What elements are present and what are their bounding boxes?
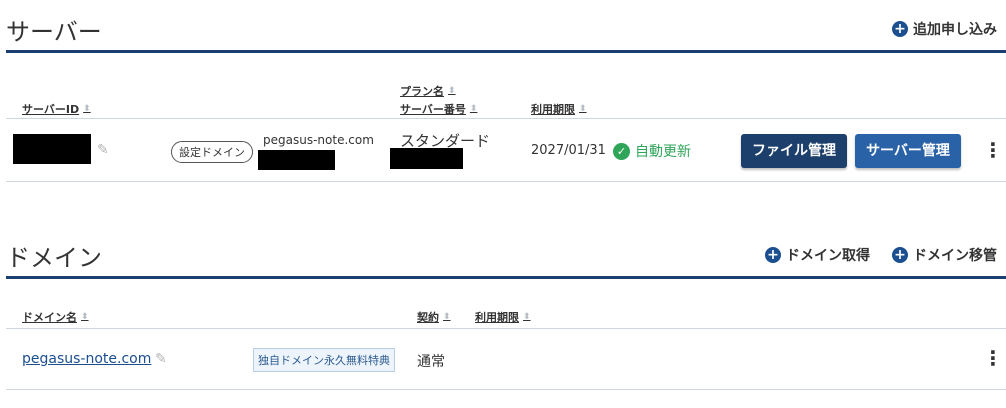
column-header-plan-name[interactable]: プラン名 ⬍ <box>400 83 456 99</box>
transfer-domain-link[interactable]: + ドメイン移管 <box>892 245 997 265</box>
column-header-server-number-label: サーバー番号 <box>400 103 466 116</box>
domain-section-rule <box>6 276 1006 279</box>
column-header-server-id-label: サーバーID <box>22 103 80 116</box>
add-application-link[interactable]: + 追加申し込み <box>892 19 997 39</box>
column-header-expiry-label: 利用期限 <box>531 103 575 116</box>
kebab-menu-icon[interactable]: ⋮ <box>983 348 1003 368</box>
column-header-server-id[interactable]: サーバーID ⬍ <box>22 101 91 117</box>
plus-circle-icon: + <box>892 21 908 37</box>
server-domain-name: pegasus-note.com <box>263 133 374 147</box>
sort-arrows-icon: ⬍ <box>523 312 531 322</box>
redacted-server-id <box>13 134 91 164</box>
transfer-domain-label: ドメイン移管 <box>913 248 997 264</box>
domain-name-link[interactable]: pegasus-note.com <box>22 351 151 367</box>
domain-header-divider <box>6 328 1006 329</box>
server-header-divider <box>6 118 1006 119</box>
sort-arrows-icon: ⬍ <box>469 104 478 114</box>
redacted-server-number <box>390 148 463 169</box>
sort-arrows-icon: ⬍ <box>443 312 451 322</box>
acquire-domain-link[interactable]: + ドメイン取得 <box>765 245 870 265</box>
free-domain-badge: 独自ドメイン永久無料特典 <box>253 348 395 372</box>
column-header-domain-name[interactable]: ドメイン名 ⬍ <box>22 309 89 325</box>
auto-renew-label: 自動更新 <box>635 144 691 160</box>
domain-section-title: ドメイン <box>6 244 102 272</box>
acquire-domain-label: ドメイン取得 <box>786 248 870 264</box>
add-application-label: 追加申し込み <box>913 22 997 38</box>
column-header-contract[interactable]: 契約 ⬍ <box>417 309 451 325</box>
sort-arrows-icon: ⬍ <box>81 312 89 322</box>
column-header-contract-label: 契約 <box>417 311 439 324</box>
auto-renew-status: ✓ 自動更新 <box>613 141 691 161</box>
check-circle-icon: ✓ <box>613 142 630 160</box>
sort-arrows-icon: ⬍ <box>579 104 587 114</box>
kebab-menu-icon[interactable]: ⋮ <box>983 140 1003 160</box>
domain-row-divider <box>6 389 1006 390</box>
column-header-expiry[interactable]: 利用期限 ⬍ <box>531 101 587 117</box>
plus-circle-icon: + <box>765 247 781 263</box>
expiry-date-value: 2027/01/31 <box>531 143 606 158</box>
column-header-server-number[interactable]: サーバー番号 ⬍ <box>400 101 477 117</box>
server-management-button[interactable]: サーバー管理 <box>855 134 961 168</box>
plus-circle-icon: + <box>892 247 908 263</box>
file-management-button[interactable]: ファイル管理 <box>741 134 847 168</box>
server-row-divider <box>6 181 1006 182</box>
sort-arrows-icon: ⬍ <box>83 104 91 114</box>
contract-value: 通常 <box>417 354 445 370</box>
server-section-rule <box>6 50 1006 53</box>
column-header-plan-name-label: プラン名 <box>400 85 444 98</box>
column-header-domain-expiry[interactable]: 利用期限 ⬍ <box>475 309 531 325</box>
column-header-domain-expiry-label: 利用期限 <box>475 311 519 324</box>
column-header-domain-name-label: ドメイン名 <box>22 311 77 324</box>
pencil-icon[interactable]: ✎ <box>97 142 109 158</box>
server-section-title: サーバー <box>6 18 102 46</box>
sort-arrows-icon: ⬍ <box>448 86 456 96</box>
pencil-icon[interactable]: ✎ <box>155 351 167 367</box>
domain-setting-tag: 設定ドメイン <box>171 141 253 163</box>
redacted-server-domain <box>258 150 335 170</box>
